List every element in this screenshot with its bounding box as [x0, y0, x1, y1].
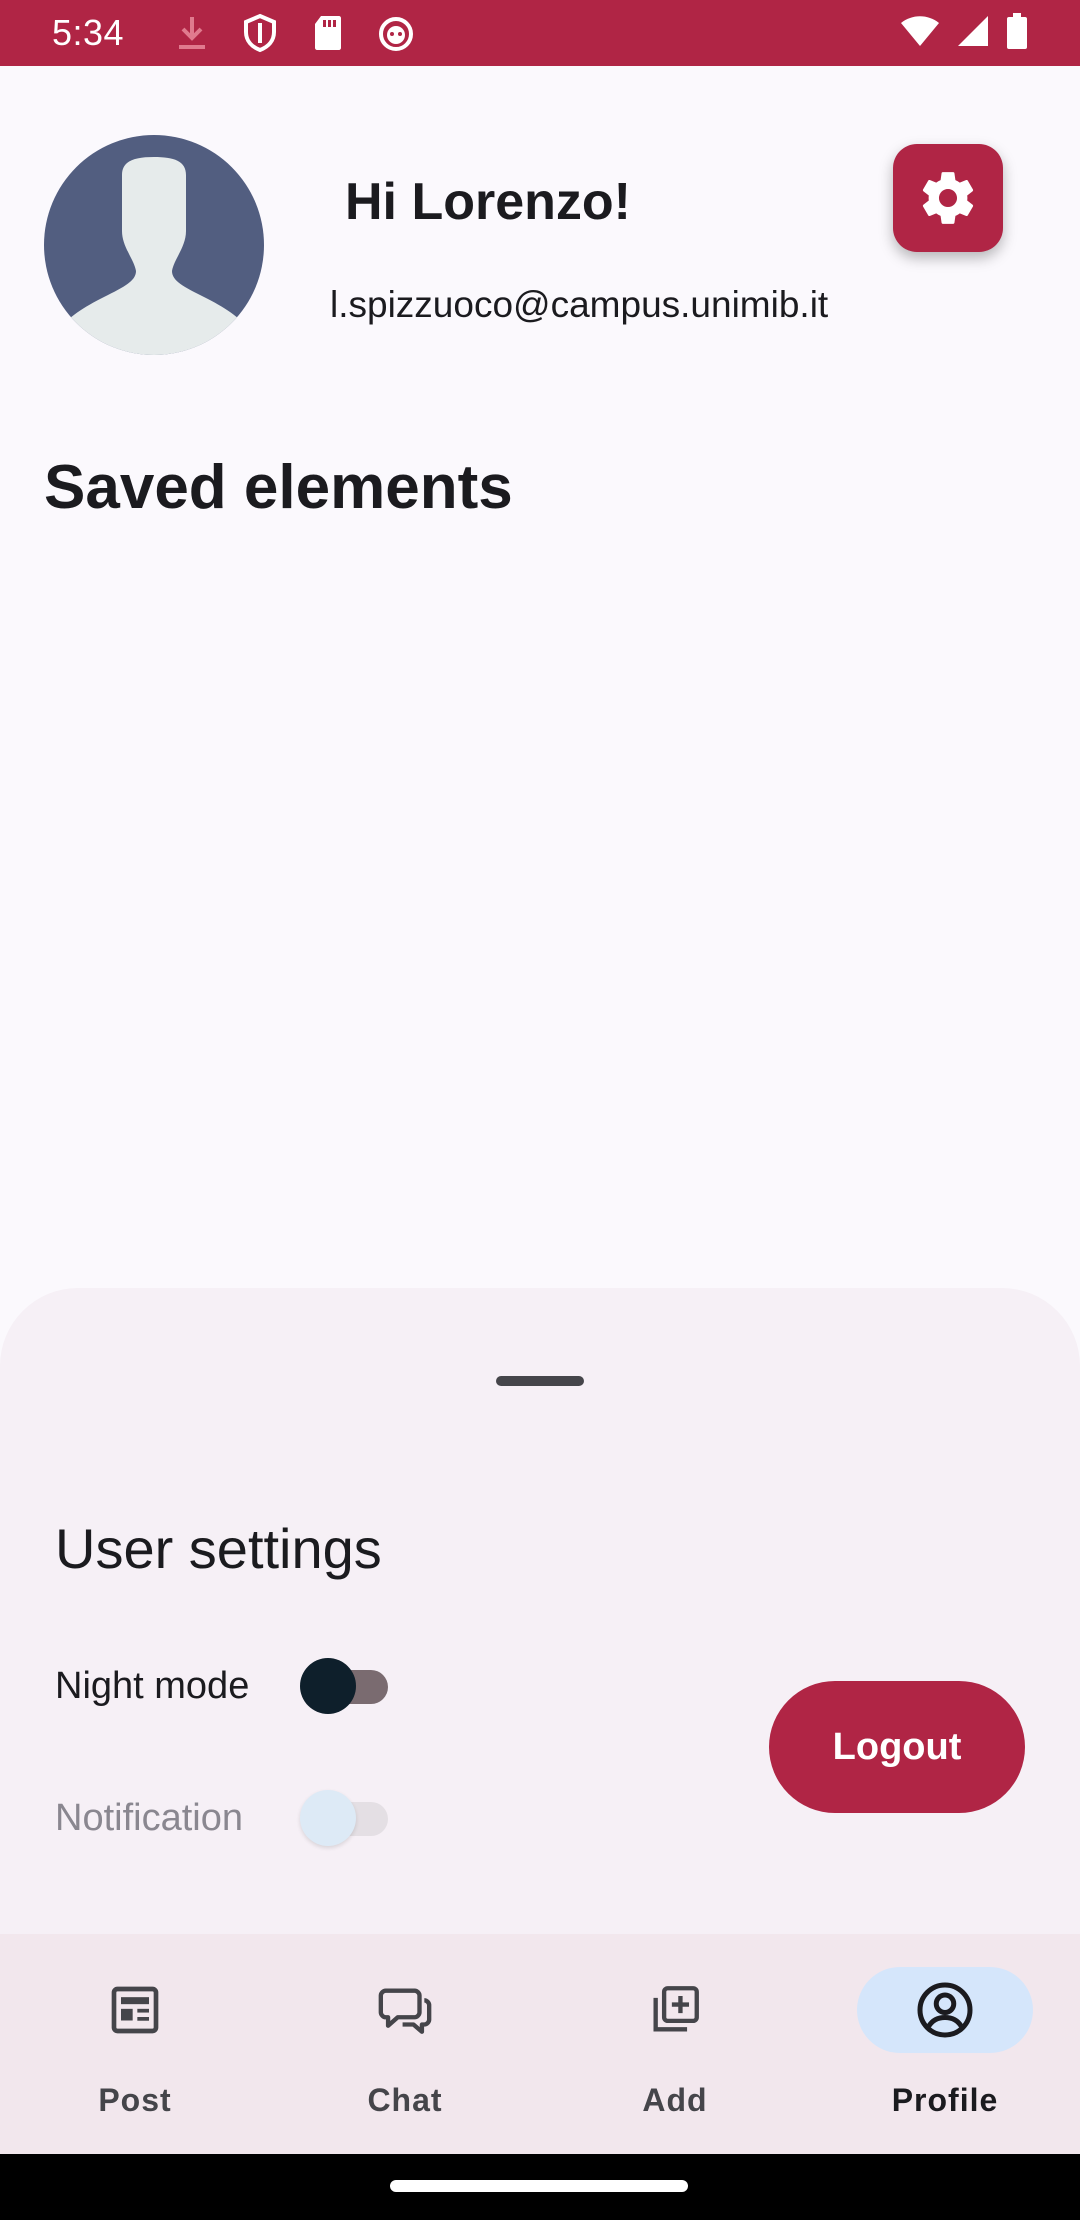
- notification-switch[interactable]: [300, 1790, 388, 1846]
- nav-item-post[interactable]: Post: [0, 1934, 270, 2154]
- notification-row: Notification: [55, 1790, 388, 1846]
- cat-icon: [376, 13, 416, 53]
- notification-label: Notification: [55, 1796, 243, 1839]
- avatar: [44, 135, 264, 355]
- wifi-icon: [900, 14, 940, 53]
- nav-pill: [317, 1967, 493, 2053]
- bottom-navigation: Post Chat Add Profile: [0, 1934, 1080, 2154]
- saved-elements-title: Saved elements: [44, 453, 513, 522]
- nav-pill-active: [857, 1967, 1033, 2053]
- sd-card-icon: [308, 13, 348, 53]
- home-indicator[interactable]: [390, 2180, 688, 2192]
- add-library-icon: [653, 1986, 699, 2032]
- nav-item-chat[interactable]: Chat: [270, 1934, 540, 2154]
- nav-pill: [47, 1967, 223, 2053]
- nav-label-add: Add: [642, 2082, 708, 2118]
- gear-icon: [922, 172, 974, 224]
- drag-handle[interactable]: [496, 1376, 584, 1386]
- battery-icon: [1006, 12, 1028, 54]
- settings-button[interactable]: [893, 144, 1003, 252]
- status-time: 5:34: [52, 12, 125, 53]
- status-bar: 5:34: [0, 0, 1080, 66]
- nav-pill: [587, 1967, 763, 2053]
- night-mode-switch[interactable]: [300, 1658, 388, 1714]
- nav-item-add[interactable]: Add: [540, 1934, 810, 2154]
- logout-button[interactable]: Logout: [769, 1681, 1025, 1813]
- shield-icon: [240, 13, 280, 53]
- night-mode-row: Night mode: [55, 1658, 388, 1714]
- switch-thumb: [300, 1790, 356, 1846]
- account-circle-icon: [917, 1982, 973, 2038]
- greeting-title: Hi Lorenzo!: [345, 173, 631, 231]
- system-navigation-bar: [0, 2154, 1080, 2220]
- nav-label-post: Post: [98, 2082, 172, 2118]
- person-silhouette-icon: [44, 157, 264, 355]
- status-icons-left: [172, 13, 416, 53]
- download-icon: [172, 13, 212, 53]
- status-icons-right: [900, 12, 1028, 54]
- nav-item-profile[interactable]: Profile: [810, 1934, 1080, 2154]
- newspaper-icon: [111, 1986, 159, 2034]
- chat-icon: [378, 1988, 432, 2034]
- user-email: l.spizzuoco@campus.unimib.it: [330, 284, 829, 325]
- signal-icon: [956, 14, 990, 53]
- night-mode-label: Night mode: [55, 1664, 250, 1707]
- switch-thumb: [300, 1658, 356, 1714]
- nav-label-profile: Profile: [891, 2082, 999, 2118]
- user-settings-sheet: User settings Night mode Notification Lo…: [0, 1288, 1080, 1938]
- user-settings-title: User settings: [55, 1517, 382, 1580]
- nav-label-chat: Chat: [367, 2082, 443, 2118]
